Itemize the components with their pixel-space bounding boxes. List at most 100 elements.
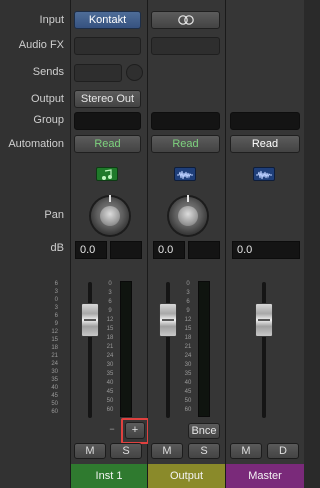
audio-fx-label: Audio FX — [18, 39, 64, 51]
pan-knob[interactable] — [91, 195, 129, 235]
input-label: Input — [39, 14, 64, 26]
scale-tick: 45 — [184, 389, 192, 395]
scale-tick: 0 — [186, 281, 190, 287]
level-meter — [198, 281, 210, 417]
channel-labels-column: Input Audio FX Sends Output Group Automa… — [0, 0, 71, 488]
db-value[interactable]: 0.0 — [75, 241, 107, 259]
scale-tick: 12 — [51, 329, 58, 335]
send-slot[interactable] — [74, 64, 122, 82]
scale-tick: 9 — [108, 308, 112, 314]
mute-button[interactable]: M — [151, 443, 183, 459]
scale-tick: 24 — [106, 353, 114, 359]
level-meter — [120, 281, 132, 417]
automation-mode-button[interactable]: Read — [151, 135, 220, 153]
scale-tick: 50 — [106, 398, 114, 404]
scale-tick: 45 — [51, 393, 58, 399]
bounce-button[interactable]: Bnce — [188, 423, 220, 439]
scale-tick: 12 — [106, 317, 114, 323]
scale-tick: 6 — [108, 299, 112, 305]
sends-label: Sends — [32, 66, 64, 78]
scale-tick: 30 — [51, 369, 58, 375]
input-format-button[interactable] — [151, 11, 220, 29]
fader-scale: 6 3 0 3 6 9 12 15 18 21 24 30 35 40 45 50 60 — [51, 281, 58, 417]
automation-mode-button[interactable]: Read — [74, 135, 141, 153]
scale-tick: 21 — [51, 353, 58, 359]
scale-tick: 18 — [51, 345, 58, 351]
scale-tick: 24 — [184, 353, 192, 359]
pan-label: Pan — [44, 209, 64, 221]
scale-tick: 15 — [106, 326, 114, 332]
scale-tick: 30 — [106, 362, 114, 368]
group-slot[interactable] — [230, 112, 300, 130]
audio-waveform-icon — [174, 167, 196, 181]
scale-tick: 35 — [106, 371, 114, 377]
scale-tick: 35 — [184, 371, 192, 377]
pan-knob[interactable] — [169, 195, 207, 235]
scale-tick: 40 — [184, 380, 192, 386]
track-name-label[interactable]: Inst 1 — [71, 464, 147, 488]
scale-tick: 15 — [51, 337, 58, 343]
audio-fx-slot[interactable] — [151, 37, 220, 55]
scale-tick: 60 — [51, 409, 58, 415]
scale-tick: 6 — [186, 299, 190, 305]
scale-tick: 9 — [54, 321, 58, 327]
scale-tick: 3 — [54, 289, 58, 295]
db-value[interactable]: 0.0 — [232, 241, 300, 259]
scale-tick: 45 — [106, 389, 114, 395]
scale-tick: 6 — [54, 313, 58, 319]
input-slot-button[interactable]: Kontakt — [74, 11, 141, 29]
meter-scale: 0 3 6 9 12 15 18 21 24 30 35 40 45 50 60 — [104, 281, 116, 416]
scale-tick: 24 — [51, 361, 58, 367]
volume-fader[interactable] — [159, 303, 177, 337]
db-label: dB — [50, 242, 64, 254]
group-label: Group — [33, 114, 64, 126]
track-name-label[interactable]: Master — [226, 464, 304, 488]
output-slot-button[interactable]: Stereo Out — [74, 90, 141, 108]
scale-tick: 21 — [106, 344, 114, 350]
scale-tick: 15 — [184, 326, 192, 332]
scale-tick: 21 — [184, 344, 192, 350]
scale-tick: 35 — [51, 377, 58, 383]
send-level-knob[interactable] — [126, 64, 143, 81]
audio-fx-slot[interactable] — [74, 37, 141, 55]
solo-button[interactable]: S — [188, 443, 220, 459]
track-name-label[interactable]: Output — [148, 464, 225, 488]
solo-button[interactable]: S — [110, 443, 142, 459]
channel-strip-inst-1: Kontakt Stereo Out Read 0.0 0 3 6 9 12 15 18 21… — [71, 0, 149, 488]
volume-fader[interactable] — [255, 303, 273, 337]
scale-tick: 6 — [54, 281, 58, 287]
scale-tick: 0 — [54, 297, 58, 303]
channel-strip-master: Read 0.0 M D Master — [226, 0, 304, 488]
scale-tick: 3 — [108, 290, 112, 296]
peak-value — [110, 241, 142, 259]
meter-scale: 0 3 6 9 12 15 18 21 24 30 35 40 45 50 60 — [182, 281, 194, 416]
minus-icon: − — [109, 424, 115, 434]
channel-strip-output: Read 0.0 0 3 6 9 12 15 18 21 24 30 35 40 45 50 60 Bnce… — [148, 0, 226, 488]
scale-tick: 40 — [106, 380, 114, 386]
stereo-link-icon — [177, 15, 194, 25]
dim-button[interactable]: D — [267, 443, 299, 459]
volume-fader[interactable] — [81, 303, 99, 337]
midi-track-icon — [96, 167, 118, 181]
scale-tick: 18 — [184, 335, 192, 341]
scale-tick: 50 — [51, 401, 58, 407]
group-slot[interactable] — [74, 112, 141, 130]
scale-tick: 60 — [106, 407, 114, 413]
mute-button[interactable]: M — [230, 443, 262, 459]
scale-tick: 50 — [184, 398, 192, 404]
scale-tick: 30 — [184, 362, 192, 368]
mute-button[interactable]: M — [74, 443, 106, 459]
scale-tick: 9 — [186, 308, 190, 314]
group-slot[interactable] — [151, 112, 220, 130]
db-value[interactable]: 0.0 — [153, 241, 185, 259]
peak-value — [188, 241, 220, 259]
scale-tick: 0 — [108, 281, 112, 287]
scale-tick: 40 — [51, 385, 58, 391]
automation-label: Automation — [8, 138, 64, 150]
scale-tick: 12 — [184, 317, 192, 323]
scale-tick: 18 — [106, 335, 114, 341]
audio-waveform-icon — [253, 167, 275, 181]
automation-mode-button[interactable]: Read — [230, 135, 300, 153]
scale-tick: 3 — [54, 305, 58, 311]
add-button[interactable]: + — [125, 422, 145, 439]
